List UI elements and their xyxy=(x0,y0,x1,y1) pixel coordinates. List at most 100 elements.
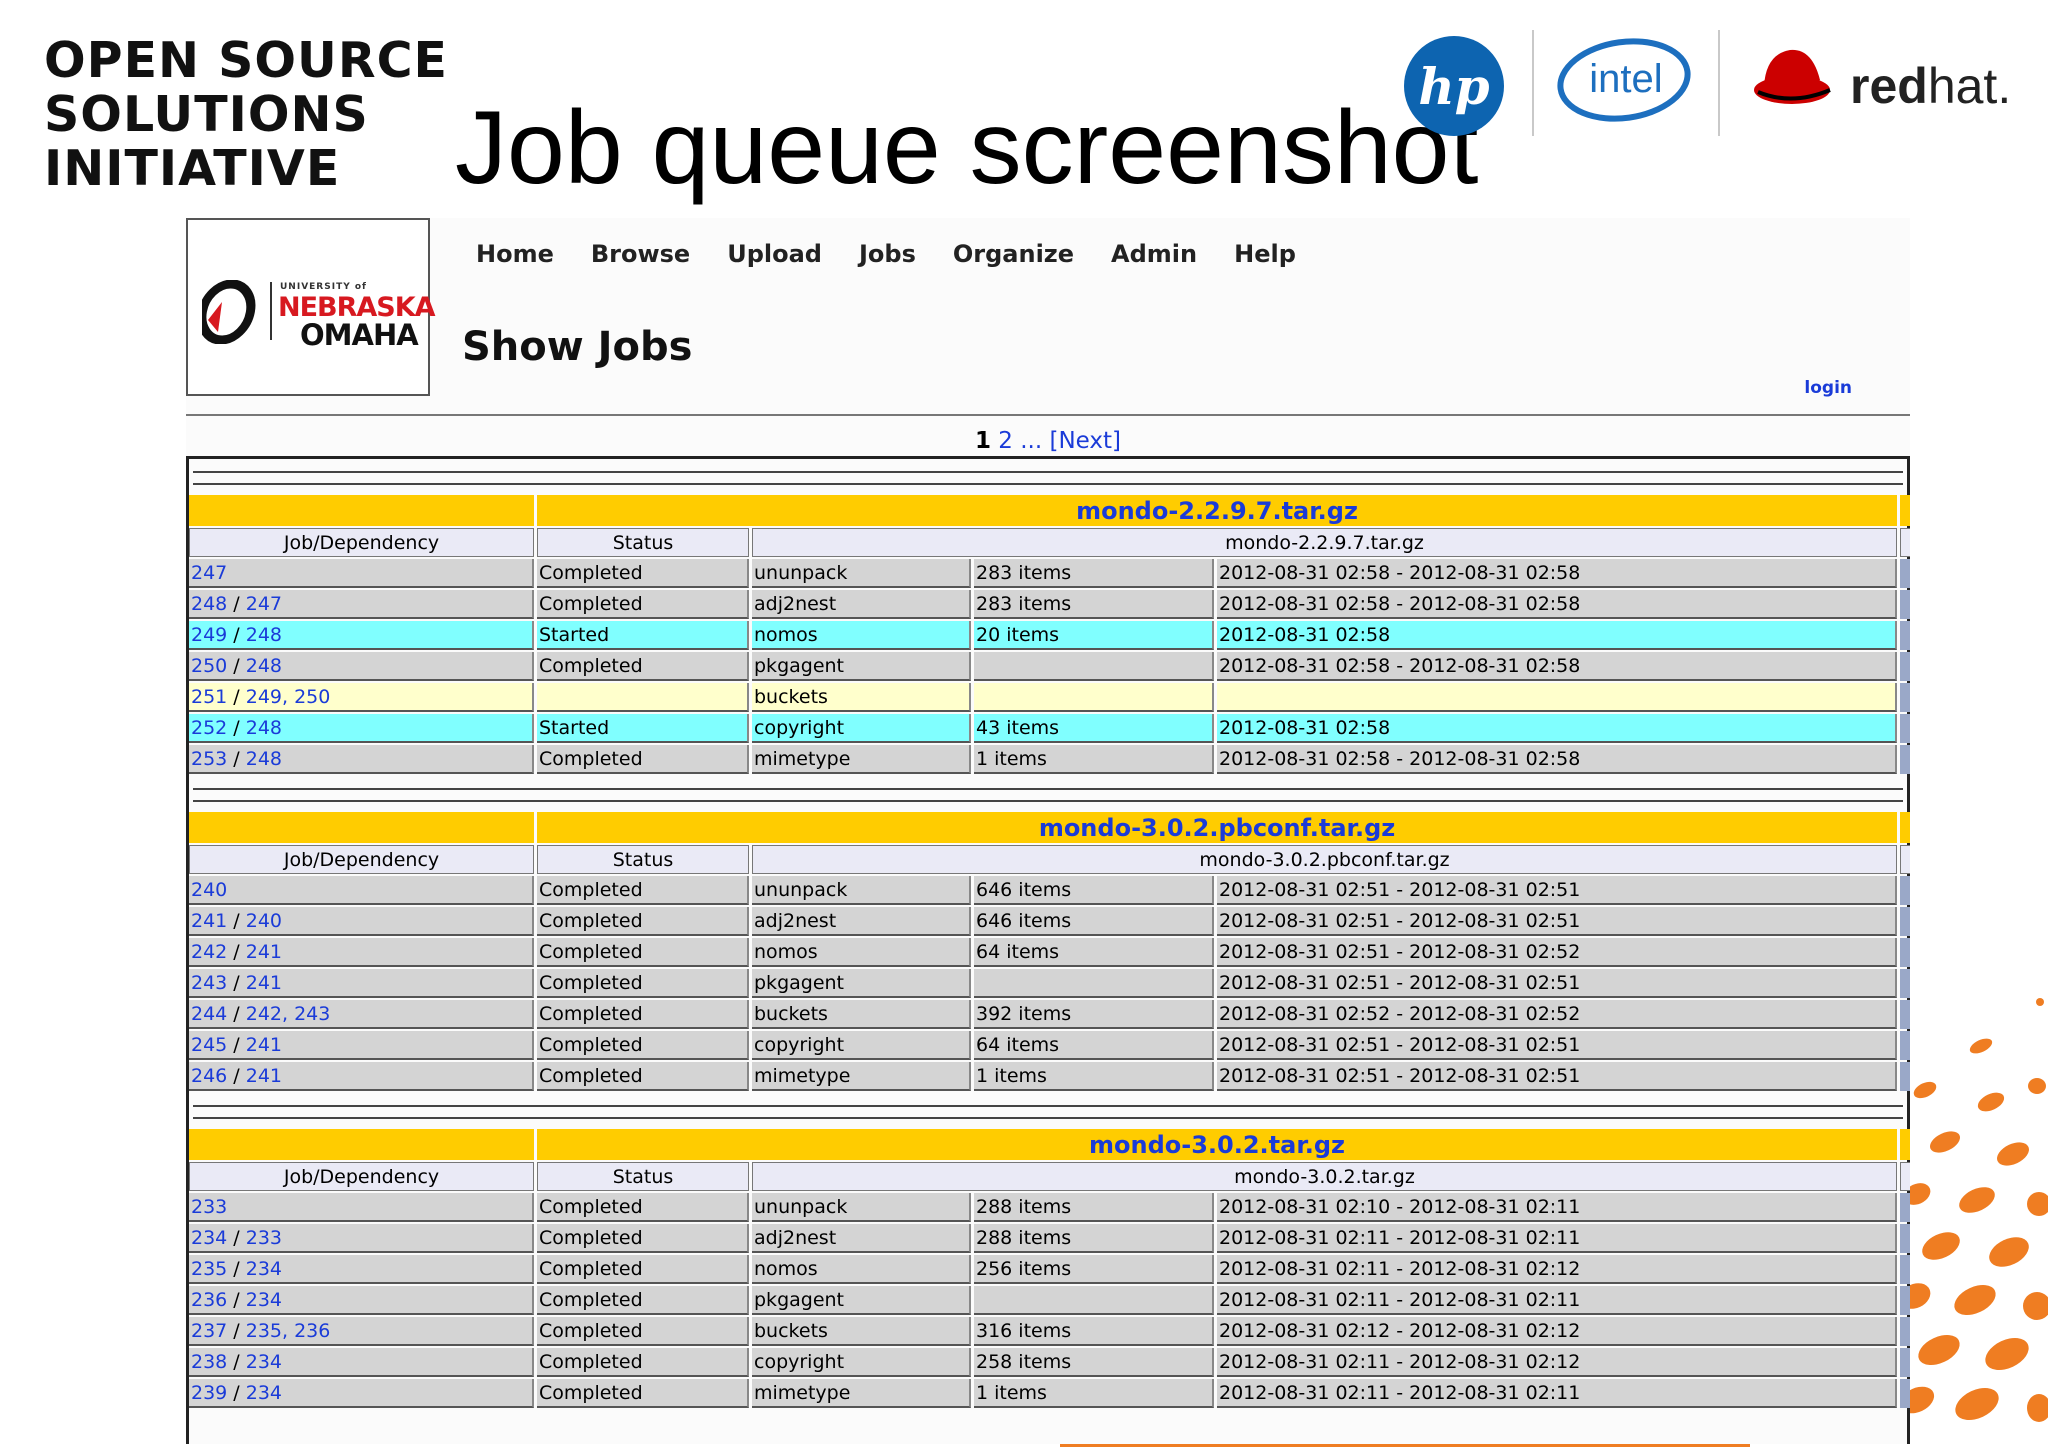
job-id-link[interactable]: 249 xyxy=(191,624,227,646)
job-time: 2012-08-31 02:51 - 2012-08-31 02:51 xyxy=(1217,907,1898,936)
job-agent: copyright xyxy=(752,1031,971,1060)
nav-jobs[interactable]: Jobs xyxy=(859,240,916,268)
job-agent: mimetype xyxy=(752,1062,971,1091)
hp-logo-text: hp xyxy=(1418,57,1489,116)
dependency-links[interactable]: 234 xyxy=(246,1382,282,1404)
job-time: 2012-08-31 02:58 - 2012-08-31 02:58 xyxy=(1217,559,1898,588)
job-id-link[interactable]: 241 xyxy=(191,910,227,932)
dependency-links[interactable]: 241 xyxy=(246,1034,282,1056)
job-id-link[interactable]: 235 xyxy=(191,1258,227,1280)
intel-logo: intel xyxy=(1557,38,1691,122)
job-items: 288 items xyxy=(974,1224,1214,1253)
next-page-link[interactable]: [Next] xyxy=(1050,428,1122,454)
row-end xyxy=(1900,1286,1910,1315)
dependency-links[interactable]: 247 xyxy=(246,593,282,615)
login-link[interactable]: login xyxy=(1804,378,1852,398)
upload-title-spacer xyxy=(189,1129,534,1160)
row-end xyxy=(1900,652,1910,681)
table-row: 246 / 241 Completed mimetype 1 items 2012-08… xyxy=(189,1062,1910,1091)
job-id-link[interactable]: 246 xyxy=(191,1065,227,1087)
job-time: 2012-08-31 02:11 - 2012-08-31 02:11 xyxy=(1217,1379,1898,1408)
job-id-link[interactable]: 238 xyxy=(191,1351,227,1373)
job-id-link[interactable]: 251 xyxy=(191,686,227,708)
job-id-link[interactable]: 237 xyxy=(191,1320,227,1342)
upload-title-link[interactable]: mondo-3.0.2.tar.gz xyxy=(1089,1131,1345,1159)
upload-title-link[interactable]: mondo-3.0.2.pbconf.tar.gz xyxy=(1039,814,1395,842)
nav-upload[interactable]: Upload xyxy=(727,240,822,268)
org-name: OPEN SOURCE SOLUTIONS INITIATIVE xyxy=(44,34,448,196)
dependency-links[interactable]: 241 xyxy=(246,941,282,963)
job-cell: 249 / 248 xyxy=(189,621,534,650)
upload-job-table: mondo-2.2.9.7.tar.gz Job/Dependency Status… xyxy=(186,493,1910,776)
nav-home[interactable]: Home xyxy=(476,240,554,268)
dep-separator: / xyxy=(227,1319,246,1342)
job-id-link[interactable]: 234 xyxy=(191,1227,227,1249)
page-link-2[interactable]: 2 xyxy=(998,428,1013,454)
job-time: 2012-08-31 02:11 - 2012-08-31 02:11 xyxy=(1217,1224,1898,1253)
dep-separator: / xyxy=(227,654,246,677)
dep-separator: / xyxy=(227,1226,246,1249)
dependency-links[interactable]: 240 xyxy=(246,910,282,932)
dependency-links[interactable]: 234 xyxy=(246,1289,282,1311)
dependency-links[interactable]: 248 xyxy=(246,748,282,770)
dependency-links[interactable]: 233 xyxy=(246,1227,282,1249)
row-end xyxy=(1900,559,1910,588)
job-time: 2012-08-31 02:11 - 2012-08-31 02:12 xyxy=(1217,1255,1898,1284)
dependency-links[interactable]: 248 xyxy=(246,655,282,677)
job-items: 43 items xyxy=(974,714,1214,743)
dep-separator: / xyxy=(227,1350,246,1373)
job-status: Completed xyxy=(537,1062,749,1091)
nav-organize[interactable]: Organize xyxy=(953,240,1074,268)
nav-browse[interactable]: Browse xyxy=(591,240,690,268)
job-cell: 237 / 235, 236 xyxy=(189,1317,534,1346)
job-items: 64 items xyxy=(974,938,1214,967)
job-id-link[interactable]: 245 xyxy=(191,1034,227,1056)
job-id-link[interactable]: 243 xyxy=(191,972,227,994)
header-end xyxy=(1900,1162,1910,1191)
dependency-links[interactable]: 234 xyxy=(246,1258,282,1280)
job-cell: 247 xyxy=(189,559,534,588)
job-status: Completed xyxy=(537,1224,749,1253)
table-row: 244 / 242, 243 Completed buckets 392 items 2… xyxy=(189,1000,1910,1029)
dependency-links[interactable]: 241 xyxy=(246,972,282,994)
job-agent: buckets xyxy=(752,1317,971,1346)
job-id-link[interactable]: 248 xyxy=(191,593,227,615)
university-logo[interactable]: UNIVERSITY of NEBRASKA OMAHA xyxy=(186,218,436,396)
job-id-link[interactable]: 239 xyxy=(191,1382,227,1404)
dependency-links[interactable]: 242, 243 xyxy=(246,1003,331,1025)
job-id-link[interactable]: 242 xyxy=(191,941,227,963)
nav-help[interactable]: Help xyxy=(1234,240,1296,268)
job-id-link[interactable]: 252 xyxy=(191,717,227,739)
job-id-link[interactable]: 250 xyxy=(191,655,227,677)
job-id-link[interactable]: 244 xyxy=(191,1003,227,1025)
dependency-links[interactable]: 235, 236 xyxy=(246,1320,331,1342)
job-id-link[interactable]: 236 xyxy=(191,1289,227,1311)
logo-divider xyxy=(1718,30,1720,136)
hp-logo: hp xyxy=(1404,36,1504,136)
dep-separator: / xyxy=(227,909,246,932)
dependency-links[interactable]: 234 xyxy=(246,1351,282,1373)
job-status: Completed xyxy=(537,938,749,967)
upload-title-link[interactable]: mondo-2.2.9.7.tar.gz xyxy=(1076,497,1358,525)
nav-admin[interactable]: Admin xyxy=(1111,240,1197,268)
job-id-link[interactable]: 253 xyxy=(191,748,227,770)
job-status: Completed xyxy=(537,745,749,774)
dependency-links[interactable]: 241 xyxy=(246,1065,282,1087)
job-agent: ununpack xyxy=(752,559,971,588)
job-id-link[interactable]: 247 xyxy=(191,562,227,584)
upload-title-row: mondo-3.0.2.tar.gz xyxy=(189,1129,1910,1160)
column-header-job: Job/Dependency xyxy=(189,845,534,874)
dep-separator: / xyxy=(227,1381,246,1404)
upload-title-end xyxy=(1900,812,1910,843)
job-time: 2012-08-31 02:58 - 2012-08-31 02:58 xyxy=(1217,590,1898,619)
row-end xyxy=(1900,621,1910,650)
job-id-link[interactable]: 233 xyxy=(191,1196,227,1218)
dependency-links[interactable]: 249, 250 xyxy=(246,686,331,708)
dependency-links[interactable]: 248 xyxy=(246,717,282,739)
table-row: 233 Completed ununpack 288 items 2012-08-31 … xyxy=(189,1193,1910,1222)
job-queue-screenshot: UNIVERSITY of NEBRASKA OMAHA Home Browse… xyxy=(186,218,1910,1444)
row-end xyxy=(1900,969,1910,998)
job-id-link[interactable]: 240 xyxy=(191,879,227,901)
job-cell: 244 / 242, 243 xyxy=(189,1000,534,1029)
dependency-links[interactable]: 248 xyxy=(246,624,282,646)
